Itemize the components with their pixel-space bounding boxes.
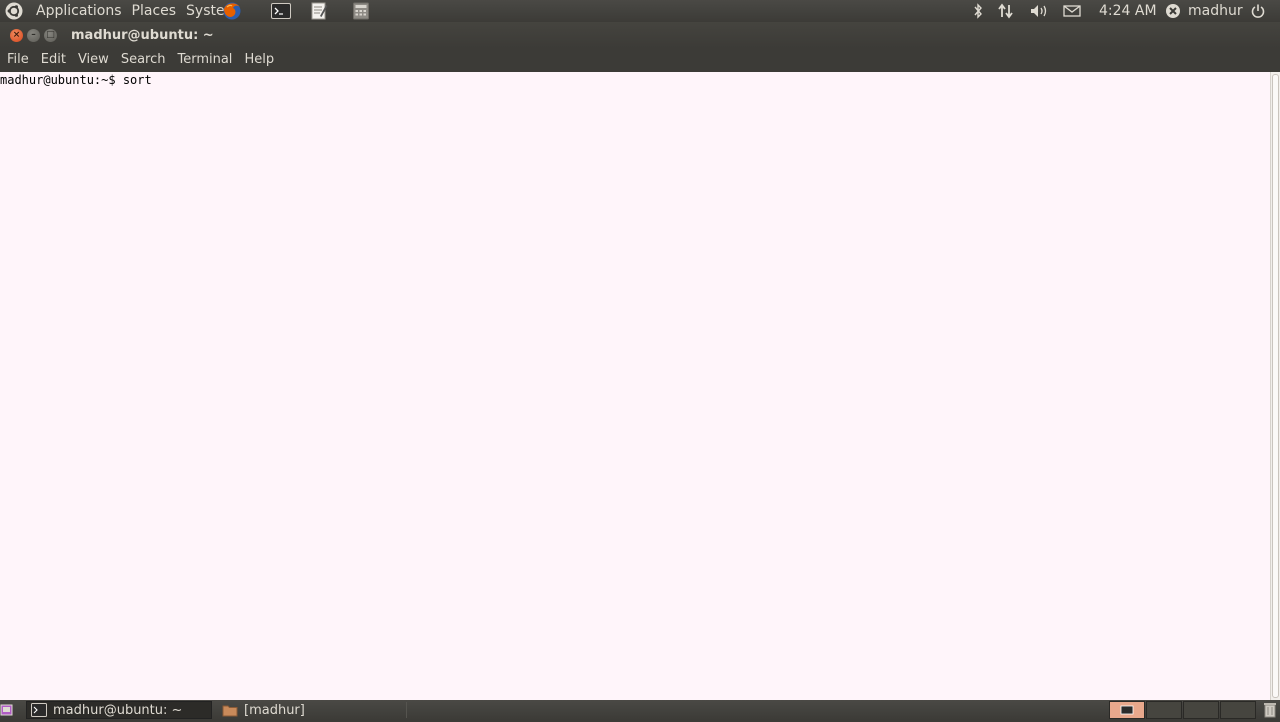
menu-terminal[interactable]: Terminal: [171, 48, 238, 72]
terminal-launcher-icon[interactable]: [270, 1, 292, 21]
minimize-icon[interactable]: –: [27, 28, 40, 42]
mail-icon[interactable]: [1063, 0, 1081, 22]
power-icon[interactable]: [1250, 0, 1266, 22]
volume-icon[interactable]: [1029, 0, 1051, 22]
user-name[interactable]: madhur: [1188, 0, 1243, 22]
task-terminal[interactable]: madhur@ubuntu: ~: [26, 701, 212, 719]
task-folder[interactable]: [madhur]: [218, 701, 404, 719]
menu-file[interactable]: File: [1, 48, 35, 72]
workspace-3[interactable]: [1183, 701, 1219, 719]
firefox-icon[interactable]: [221, 1, 243, 21]
workspace-4[interactable]: [1220, 701, 1256, 719]
ubuntu-logo-icon[interactable]: [5, 2, 23, 20]
scrollbar-thumb[interactable]: [1272, 74, 1279, 698]
terminal-scrollbar[interactable]: [1270, 72, 1280, 700]
user-status-icon[interactable]: [1165, 0, 1181, 22]
menu-help[interactable]: Help: [238, 48, 280, 72]
workspace-1[interactable]: [1109, 701, 1145, 719]
menu-edit[interactable]: Edit: [35, 48, 72, 72]
bottom-panel: madhur@ubuntu: ~ [madhur]: [0, 700, 1280, 720]
network-icon[interactable]: [997, 0, 1015, 22]
menu-view[interactable]: View: [72, 48, 115, 72]
clock[interactable]: 4:24 AM: [1099, 0, 1157, 22]
task-label: [madhur]: [244, 702, 305, 718]
trash-icon[interactable]: [1262, 701, 1278, 719]
applications-menu[interactable]: Applications: [31, 0, 127, 22]
calculator-icon[interactable]: [350, 1, 372, 21]
bluetooth-icon[interactable]: [972, 0, 984, 22]
task-label: madhur@ubuntu: ~: [53, 702, 183, 718]
maximize-icon[interactable]: □: [44, 28, 57, 42]
folder-icon: [222, 705, 238, 717]
window-title: madhur@ubuntu: ~: [71, 27, 214, 43]
places-menu[interactable]: Places: [127, 0, 182, 22]
top-panel: Applications Places System: [0, 0, 1280, 22]
terminal-icon: [31, 703, 47, 717]
terminal-line: madhur@ubuntu:~$ sort: [0, 73, 152, 87]
menu-search[interactable]: Search: [115, 48, 172, 72]
workspace-2[interactable]: [1146, 701, 1182, 719]
terminal-menubar: File Edit View Search Terminal Help: [0, 48, 1280, 72]
text-editor-icon[interactable]: [308, 1, 330, 21]
panel-separator: [406, 702, 407, 718]
terminal-output[interactable]: madhur@ubuntu:~$ sort: [0, 72, 1270, 700]
window-titlebar[interactable]: × – □ madhur@ubuntu: ~: [0, 22, 1280, 48]
close-icon[interactable]: ×: [10, 28, 23, 42]
show-desktop-icon[interactable]: [0, 702, 14, 718]
